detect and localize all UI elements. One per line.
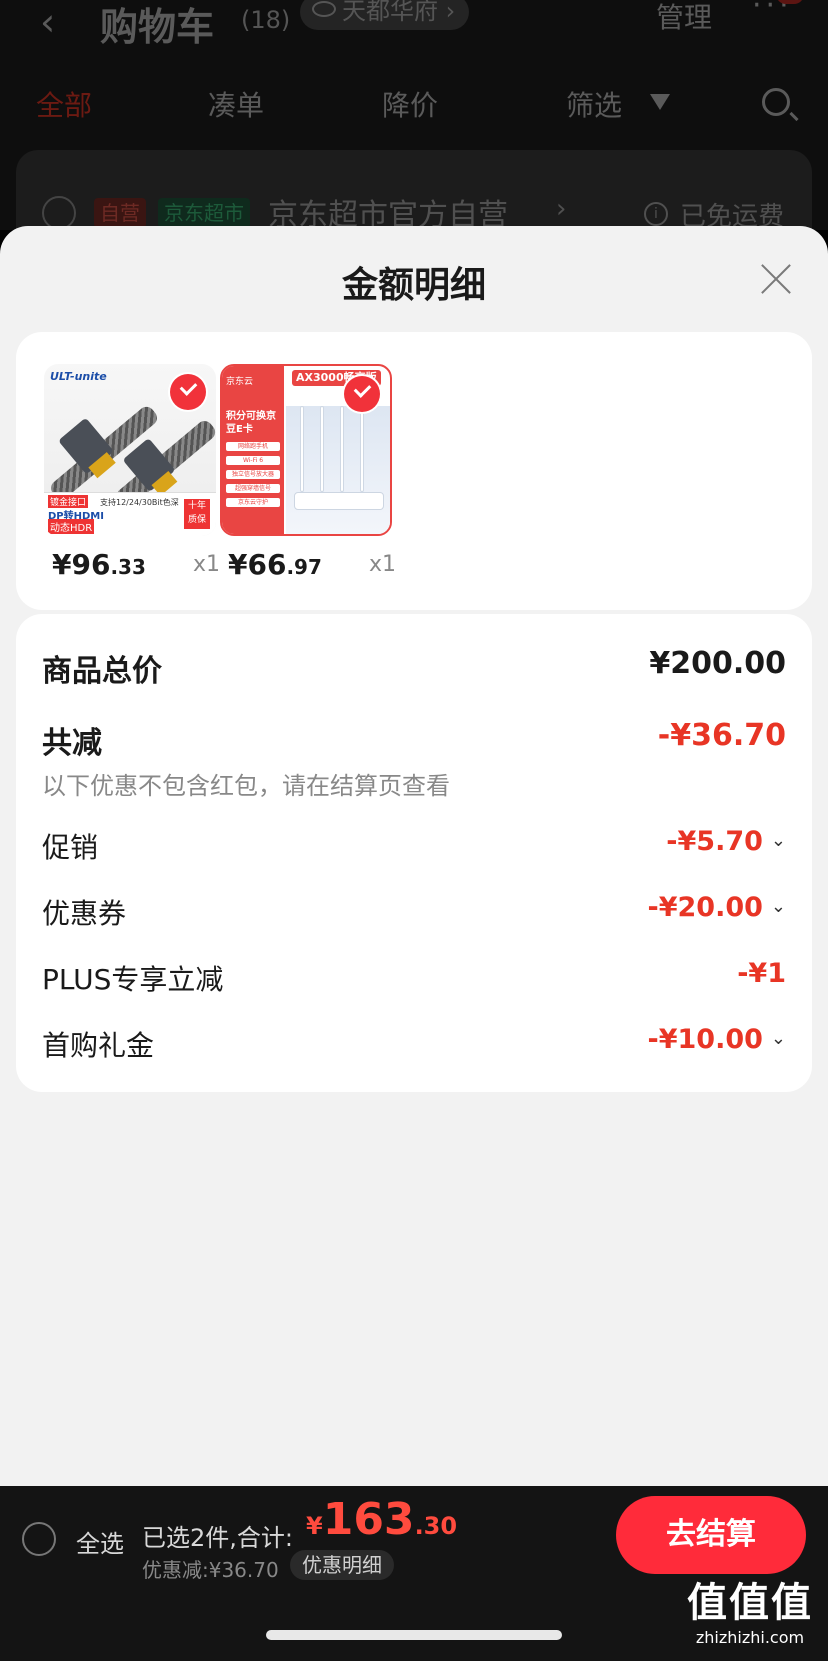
warranty-badge: 十年质保 bbox=[184, 499, 210, 529]
product-price: ¥96.33 bbox=[52, 548, 146, 581]
reduction-note: 以下优惠不包含红包，请在结算页查看 bbox=[42, 772, 450, 800]
cart-tabs: 全部 凑单 降价 筛选 bbox=[0, 84, 828, 128]
hdmi-cable-image: ULT-unite 镀金接口 DP转HDMI 动态HDR 支持12/24/30B… bbox=[44, 364, 216, 536]
info-icon[interactable]: i bbox=[644, 202, 668, 226]
router-antenna bbox=[360, 406, 364, 492]
router-feature-chip: 京东云守护 bbox=[226, 498, 280, 507]
total-currency: ¥ bbox=[306, 1512, 323, 1540]
router-feature-chip: 网络跑手机 bbox=[226, 442, 280, 451]
router-body bbox=[286, 406, 390, 534]
products-card: ULT-unite 镀金接口 DP转HDMI 动态HDR 支持12/24/30B… bbox=[16, 332, 812, 610]
sheet-title: 金额明细 bbox=[341, 265, 486, 306]
tab-filter[interactable]: 筛选 bbox=[566, 84, 622, 124]
filter-icon[interactable] bbox=[650, 94, 670, 110]
tab-bundle[interactable]: 凑单 bbox=[208, 84, 264, 124]
discount-amount: -¥10.00 bbox=[647, 1024, 763, 1055]
total-reduction-value: -¥36.70 bbox=[657, 718, 786, 753]
price-int: ¥66 bbox=[228, 548, 287, 581]
checked-icon[interactable] bbox=[344, 376, 380, 412]
router-logo: 京东云 bbox=[226, 377, 254, 387]
chevron-down-icon[interactable]: ⌄ bbox=[771, 830, 786, 851]
total-amount: ¥163.30 bbox=[306, 1494, 457, 1545]
discount-label: 首购礼金 bbox=[42, 1029, 155, 1062]
store-chevron-icon: › bbox=[556, 194, 567, 224]
router-antenna bbox=[300, 406, 304, 492]
checkout-bar: 全选 已选2件,合计: ¥163.30 优惠减:¥36.70 优惠明细 去结算 … bbox=[0, 1486, 828, 1661]
location-pill[interactable]: 天都华府 › bbox=[300, 0, 470, 30]
select-all-label[interactable]: 全选 bbox=[76, 1524, 124, 1559]
chevron-down-icon[interactable]: ⌄ bbox=[771, 1028, 786, 1049]
product-item[interactable]: 京东云 积分可换京豆E卡 网络跑手机 Wi-Fi 6 独立信号放大器 超强穿墙信… bbox=[220, 364, 396, 588]
price-int: ¥96 bbox=[52, 548, 111, 581]
checkout-button[interactable]: 去结算 bbox=[616, 1496, 806, 1574]
watermark-url: zhizhizhi.com bbox=[695, 1628, 805, 1647]
router-side-panel: 京东云 积分可换京豆E卡 网络跑手机 Wi-Fi 6 独立信号放大器 超强穿墙信… bbox=[222, 366, 284, 534]
close-icon[interactable] bbox=[756, 260, 794, 298]
discount-value: -¥1 bbox=[737, 958, 786, 989]
cart-count: (18) bbox=[241, 6, 291, 34]
discount-label: PLUS专享立减 bbox=[42, 963, 224, 996]
chevron-down-icon[interactable]: ⌄ bbox=[771, 896, 786, 917]
router-feature-chip: 独立信号放大器 bbox=[226, 470, 280, 479]
home-indicator[interactable] bbox=[266, 1630, 562, 1640]
select-all-radio[interactable] bbox=[22, 1522, 56, 1556]
router-antenna bbox=[320, 406, 324, 492]
feature-badge: 动态HDR bbox=[48, 519, 95, 534]
cart-page-background: ‹ 购物车 (18) 天都华府 › 管理 ··· 全部 凑单 降价 筛选 自营 … bbox=[0, 0, 828, 260]
product-item[interactable]: ULT-unite 镀金接口 DP转HDMI 动态HDR 支持12/24/30B… bbox=[44, 364, 220, 588]
eye-icon bbox=[312, 1, 336, 17]
location-chevron-icon: › bbox=[445, 0, 456, 25]
router-feature-chip: Wi-Fi 6 bbox=[226, 456, 280, 465]
back-icon[interactable]: ‹ bbox=[40, 0, 55, 44]
jd-supermarket-tag: 京东超市 bbox=[158, 198, 250, 228]
discount-amount: -¥1 bbox=[737, 958, 786, 989]
price-dec: .33 bbox=[110, 555, 146, 579]
discount-label: 优惠券 bbox=[42, 897, 127, 930]
product-price-row: ¥96.33 x1 bbox=[44, 548, 220, 588]
discount-value: -¥5.70 ⌄ bbox=[666, 826, 786, 857]
router-promo-text: 积分可换京豆E卡 bbox=[226, 411, 276, 435]
discount-detail-button[interactable]: 优惠明细 bbox=[290, 1550, 394, 1580]
tab-all[interactable]: 全部 bbox=[36, 84, 92, 124]
amount-detail-sheet: 金额明细 ULT-unite 镀金接口 DP转HDMI 动态HDR 支持12/2… bbox=[0, 226, 828, 1486]
product-brand-logo: ULT-unite bbox=[50, 370, 107, 383]
store-select-radio[interactable] bbox=[42, 196, 76, 230]
manage-button[interactable]: 管理 bbox=[656, 0, 712, 36]
discount-summary-text: 优惠减:¥36.70 bbox=[142, 1558, 279, 1582]
feature-spec: 支持12/24/30Bit色深 bbox=[100, 498, 179, 507]
price-dec: .97 bbox=[286, 555, 322, 579]
cart-title: 购物车 bbox=[100, 5, 215, 49]
discount-value: -¥10.00 ⌄ bbox=[648, 1024, 787, 1055]
price-summary-card: 商品总价 ¥200.00 共减 -¥36.70 以下优惠不包含红包，请在结算页查… bbox=[16, 614, 812, 1092]
router-antenna bbox=[340, 406, 344, 492]
cart-header: ‹ 购物车 (18) 天都华府 › 管理 ··· bbox=[0, 0, 828, 49]
discount-value: -¥20.00 ⌄ bbox=[648, 892, 787, 923]
total-price-label: 商品总价 bbox=[42, 654, 162, 689]
self-operated-tag: 自营 bbox=[94, 198, 146, 228]
tab-price-drop[interactable]: 降价 bbox=[382, 84, 438, 124]
total-dec: .30 bbox=[414, 1512, 458, 1540]
discount-amount: -¥5.70 bbox=[666, 826, 763, 857]
site-watermark: 值值值 zhizhizhi.com bbox=[676, 1570, 824, 1647]
product-price: ¥66.97 bbox=[228, 548, 322, 581]
cable-plug bbox=[58, 417, 114, 475]
router-feature-chip: 超强穿墙信号 bbox=[226, 484, 280, 493]
discount-label: 促销 bbox=[42, 831, 99, 864]
product-qty: x1 bbox=[368, 552, 396, 577]
search-icon[interactable] bbox=[762, 88, 790, 116]
watermark-logo-text: 值值值 bbox=[687, 1580, 813, 1626]
total-price-value: ¥200.00 bbox=[649, 646, 786, 681]
location-text: 天都华府 bbox=[342, 0, 438, 25]
router-box bbox=[294, 492, 384, 510]
total-int: 163 bbox=[322, 1494, 415, 1545]
discount-amount: -¥20.00 bbox=[647, 892, 763, 923]
total-reduction-label: 共减 bbox=[42, 726, 102, 761]
selected-count-text: 已选2件,合计: bbox=[142, 1524, 293, 1552]
product-feature-band: 镀金接口 DP转HDMI 动态HDR 支持12/24/30Bit色深 十年质保 bbox=[44, 492, 216, 536]
checked-icon[interactable] bbox=[170, 374, 206, 410]
product-qty: x1 bbox=[192, 552, 220, 577]
product-price-row: ¥66.97 x1 bbox=[220, 548, 396, 588]
router-image: 京东云 积分可换京豆E卡 网络跑手机 Wi-Fi 6 独立信号放大器 超强穿墙信… bbox=[220, 364, 392, 536]
